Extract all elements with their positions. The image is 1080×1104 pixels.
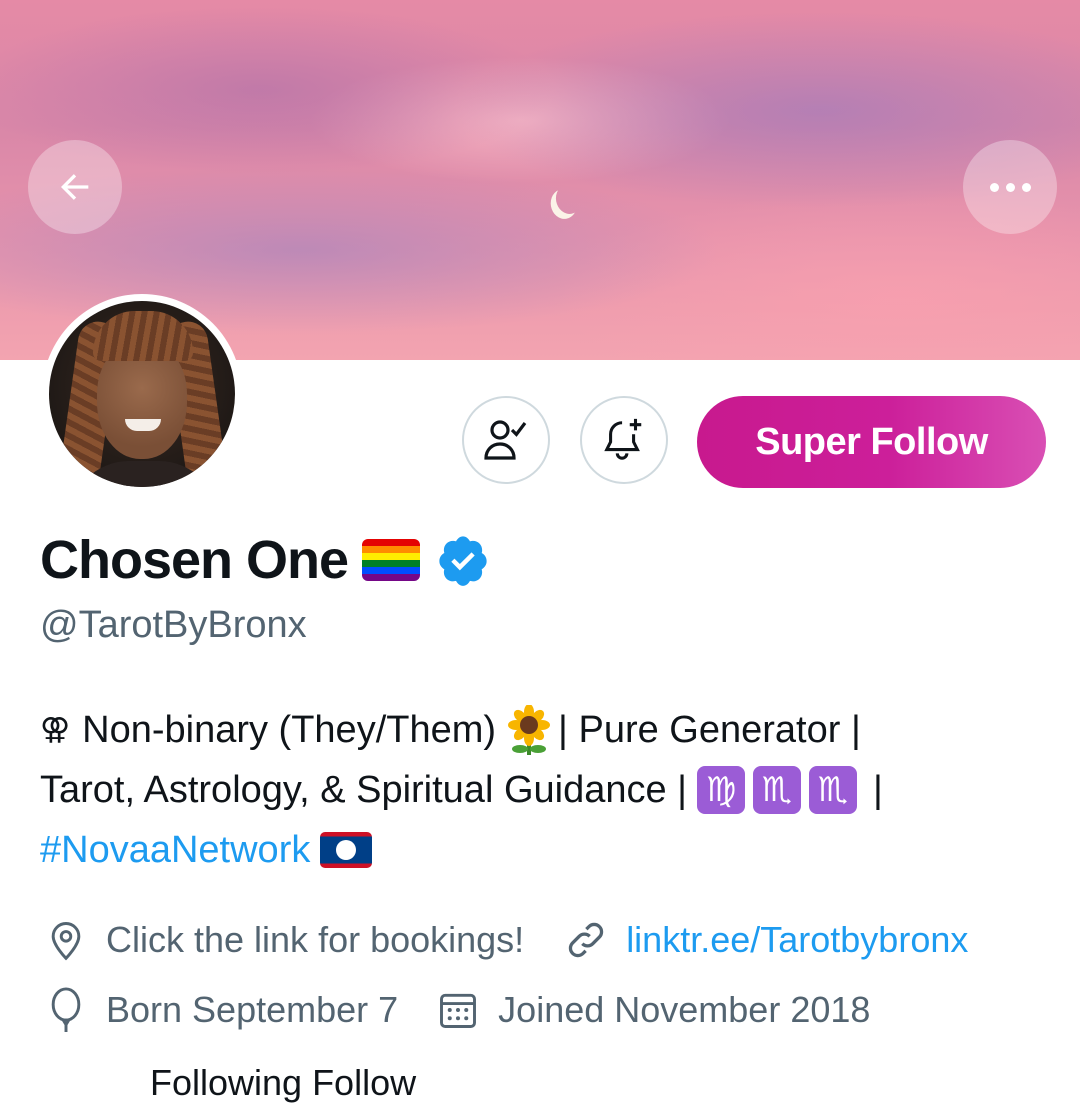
bio-text: Non-binary (They/Them) [82,709,497,751]
bio-line-1: ⚢ Non-binary (They/Them) | Pure Generato… [40,700,1050,760]
bio-text: | Pure Generator | [558,709,861,751]
website-link[interactable]: linktr.ee/Tarotbybronx [626,919,968,961]
notifications-button[interactable] [580,396,668,484]
scorpio-icon: ♏ [753,766,802,814]
belize-flag-icon [320,832,373,868]
birthday-item: Born September 7 [44,986,398,1034]
location-text: Click the link for bookings! [106,919,525,960]
profile-avatar[interactable] [42,294,242,494]
bio-line-2: Tarot, Astrology, & Spiritual Guidance |… [40,760,1050,820]
bio-line-3: #NovaaNetwork [40,820,1050,880]
calendar-icon [440,993,477,1028]
moon-crescent [554,182,585,216]
super-follow-button[interactable]: Super Follow [697,396,1046,488]
sunflower-icon [504,705,554,755]
person-check-icon [484,420,527,460]
joined-text: Joined November 2018 [498,989,871,1030]
back-button[interactable] [28,140,122,234]
balloon-icon [51,987,81,1032]
name-row: Chosen One [40,528,490,592]
joined-item: Joined November 2018 [436,988,870,1032]
follow-counts-cutoff[interactable]: Following Follow [150,1062,416,1104]
bio-text: Tarot, Astrology, & Spiritual Guidance | [40,769,688,811]
following-status-button[interactable] [462,396,550,484]
bio-text: | [873,769,883,811]
location-pin-icon [51,922,81,961]
lesbian-symbol-icon: ⚢ [40,712,71,747]
birthday-text: Born September 7 [106,989,399,1030]
more-options-button[interactable] [963,140,1057,234]
virgo-icon: ♍ [697,766,746,814]
website-item[interactable]: linktr.ee/Tarotbybronx [564,918,968,962]
scorpio-icon: ♏ [809,766,858,814]
bell-plus-icon [604,418,642,460]
location-item: Click the link for bookings! [44,918,524,962]
display-name: Chosen One [40,530,349,590]
avatar-photo [49,301,235,487]
rainbow-flag-icon [362,539,421,581]
hashtag-link[interactable]: #NovaaNetwork [40,820,310,880]
profile-meta-row: Born September 7 Joined November 2018 [44,982,870,1038]
arrow-left-icon [61,174,89,200]
user-handle: @TarotByBronx [40,604,307,646]
profile-meta-row: Click the link for bookings! linktr.ee/T… [44,912,968,968]
profile-bio: ⚢ Non-binary (They/Them) | Pure Generato… [40,700,1050,880]
link-icon [569,922,604,958]
more-horizontal-icon [989,182,1031,192]
verified-badge-icon[interactable] [436,533,490,587]
